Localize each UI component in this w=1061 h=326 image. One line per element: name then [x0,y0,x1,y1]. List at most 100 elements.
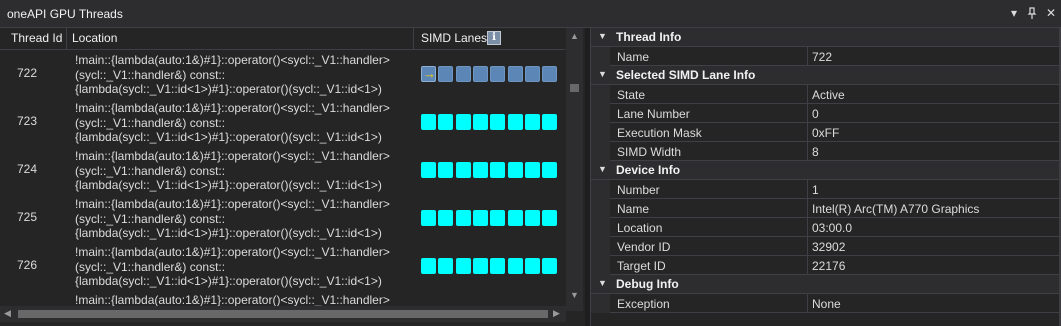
property-row[interactable]: State Active [591,85,1059,104]
simd-lane[interactable] [421,258,436,274]
simd-lane[interactable] [490,66,506,82]
simd-lane[interactable] [438,66,454,82]
property-value[interactable]: Intel(R) Arc(TM) A770 Graphics [812,202,979,216]
simd-lane[interactable] [472,210,488,226]
chevron-down-icon[interactable]: ▼ [598,164,607,174]
simd-lane[interactable] [438,210,454,226]
pin-icon[interactable] [1024,4,1040,22]
property-value[interactable]: 0xFF [812,126,839,140]
simd-lane[interactable] [524,162,540,178]
simd-lane[interactable] [438,114,454,130]
property-divider[interactable] [807,47,808,66]
property-row[interactable]: Execution Mask 0xFF [591,123,1059,142]
property-divider[interactable] [807,256,808,275]
simd-lane[interactable] [472,66,488,82]
simd-lane[interactable] [421,210,436,226]
property-value[interactable]: 0 [812,107,819,121]
simd-lane[interactable] [421,114,436,130]
property-divider[interactable] [807,180,808,199]
property-divider[interactable] [807,85,808,104]
chevron-down-icon[interactable]: ▼ [598,69,607,79]
column-header-thread-id[interactable]: Thread Id [11,31,62,45]
simd-lane[interactable] [524,210,540,226]
property-row[interactable]: Exception None [591,294,1059,313]
property-row[interactable]: Number 1 [591,180,1059,199]
simd-lane[interactable] [507,162,523,178]
property-divider[interactable] [807,104,808,123]
simd-lane[interactable] [472,114,488,130]
property-row[interactable]: Lane Number 0 [591,104,1059,123]
horizontal-scrollbar[interactable]: ◀ ▶ [0,306,566,322]
vertical-scrollbar[interactable]: ▲ ▼ [566,28,583,311]
simd-lane[interactable] [524,114,540,130]
property-value[interactable]: 1 [812,183,819,197]
property-value[interactable]: 722 [812,50,832,64]
property-row[interactable]: Location 03:00.0 [591,218,1059,237]
scroll-right-icon[interactable]: ▶ [553,308,560,319]
property-divider[interactable] [807,218,808,237]
property-value[interactable]: 8 [812,145,819,159]
property-category[interactable]: ▼ Debug Info [591,275,1059,294]
table-row[interactable]: 723 !main::{lambda(auto:1&)#1}::operator(… [0,98,565,159]
simd-lane[interactable] [490,114,506,130]
table-row[interactable]: 724 !main::{lambda(auto:1&)#1}::operator(… [0,146,565,207]
simd-lane[interactable] [438,162,454,178]
window-menu-icon[interactable]: ▾ [1006,4,1022,22]
simd-lane[interactable] [507,258,523,274]
property-value[interactable]: 03:00.0 [812,221,852,235]
column-divider[interactable] [66,28,67,50]
simd-lane[interactable] [455,114,471,130]
property-row[interactable]: Vendor ID 32902 [591,237,1059,256]
column-header-simd-lanes[interactable]: SIMD Lanes [421,31,487,45]
property-row[interactable]: Name Intel(R) Arc(TM) A770 Graphics [591,199,1059,218]
property-value[interactable]: 22176 [812,259,845,273]
property-category[interactable]: ▼ Selected SIMD Lane Info [591,66,1059,85]
scroll-up-icon[interactable]: ▲ [570,31,579,41]
property-divider[interactable] [807,123,808,142]
property-category[interactable]: ▼ Device Info [591,161,1059,180]
simd-lane[interactable] [542,210,558,226]
simd-lane[interactable] [472,258,488,274]
property-value[interactable]: None [812,297,841,311]
scroll-thumb[interactable] [570,84,579,92]
scroll-left-icon[interactable]: ◀ [4,308,11,319]
simd-lane[interactable]: → [421,66,436,82]
property-row[interactable]: Target ID 22176 [591,256,1059,275]
simd-lane[interactable] [490,210,506,226]
info-icon[interactable]: i [487,31,501,45]
property-divider[interactable] [807,142,808,161]
simd-lane[interactable] [455,210,471,226]
property-value[interactable]: Active [812,88,845,102]
simd-lane[interactable] [472,162,488,178]
property-divider[interactable] [807,199,808,218]
simd-lane[interactable] [507,210,523,226]
table-row[interactable]: 726 !main::{lambda(auto:1&)#1}::operator(… [0,242,565,303]
simd-lane[interactable] [507,66,523,82]
simd-lane[interactable] [542,66,558,82]
simd-lane[interactable] [542,114,558,130]
simd-lane[interactable] [490,258,506,274]
table-row[interactable]: 722 !main::{lambda(auto:1&)#1}::operator(… [0,50,565,111]
simd-lane[interactable] [455,162,471,178]
chevron-down-icon[interactable]: ▼ [598,31,607,41]
property-divider[interactable] [807,294,808,313]
simd-lane[interactable] [455,258,471,274]
column-divider[interactable] [413,28,414,50]
table-row[interactable]: 725 !main::{lambda(auto:1&)#1}::operator(… [0,194,565,255]
scroll-down-icon[interactable]: ▼ [570,290,579,300]
close-icon[interactable]: ✕ [1043,4,1059,22]
simd-lane[interactable] [455,66,471,82]
simd-lane[interactable] [524,66,540,82]
simd-lane[interactable] [490,162,506,178]
column-header-location[interactable]: Location [72,31,117,45]
simd-lane[interactable] [542,162,558,178]
simd-lane[interactable] [438,258,454,274]
simd-lane[interactable] [524,258,540,274]
property-row[interactable]: SIMD Width 8 [591,142,1059,161]
simd-lane[interactable] [507,114,523,130]
simd-lane[interactable] [542,258,558,274]
property-divider[interactable] [807,237,808,256]
scroll-thumb[interactable] [18,310,548,318]
chevron-down-icon[interactable]: ▼ [598,278,607,288]
property-row[interactable]: Name 722 [591,47,1059,66]
